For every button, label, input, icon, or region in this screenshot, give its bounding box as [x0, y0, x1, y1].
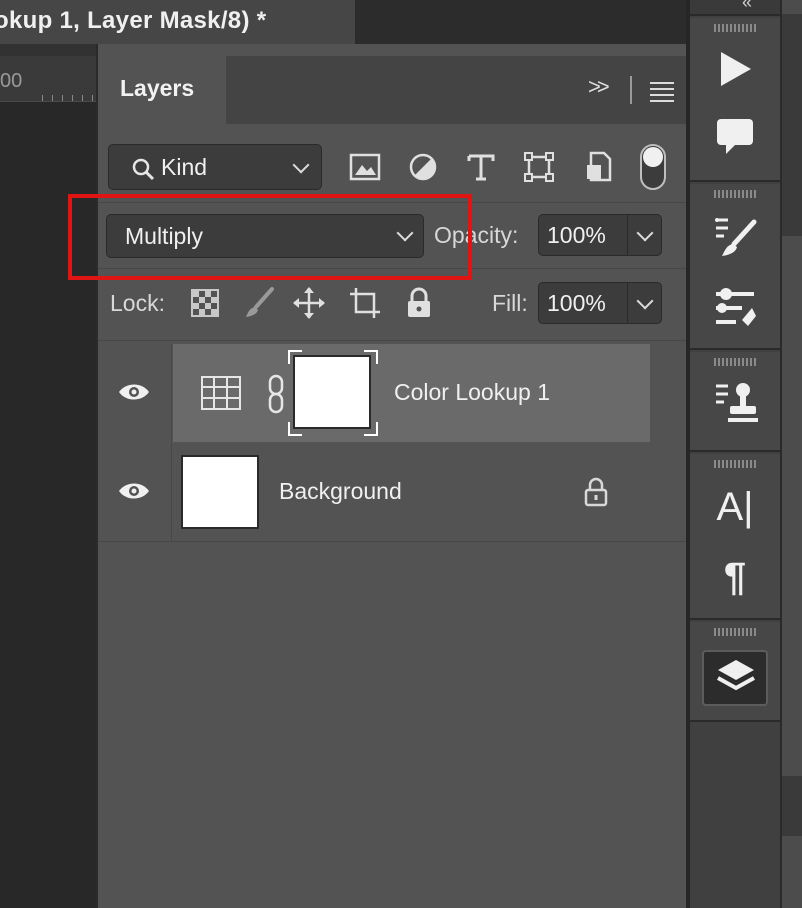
dock-group	[690, 184, 780, 350]
grip-handle[interactable]	[714, 24, 756, 32]
tab-bar-empty	[356, 0, 688, 44]
layers-panel: Layers >> Kind Multiply Opacity: 100% Lo…	[96, 44, 688, 908]
ruler-label: 00	[0, 70, 23, 92]
grip-handle[interactable]	[714, 460, 756, 468]
panel-header: Layers >>	[98, 56, 688, 124]
tab-layers[interactable]: Layers	[98, 56, 226, 124]
grip-handle[interactable]	[714, 190, 756, 198]
layer-mask-thumbnail-frame[interactable]	[288, 350, 378, 436]
horizontal-ruler: 00	[0, 56, 96, 102]
smart-object-filter-icon[interactable]	[582, 150, 616, 184]
document-tab[interactable]: okup 1, Layer Mask/8) *	[0, 0, 356, 44]
eye-icon[interactable]	[118, 481, 150, 501]
divider	[98, 541, 688, 542]
visibility-toggle[interactable]	[98, 443, 172, 541]
layer-name[interactable]: Background	[279, 478, 402, 505]
layer-body[interactable]: Background	[173, 443, 650, 541]
character-icon[interactable]: A|	[712, 484, 758, 530]
opacity-value: 100%	[547, 222, 606, 248]
layer-body[interactable]: Color Lookup 1	[173, 344, 650, 442]
layers-panel-button[interactable]	[702, 650, 768, 706]
type-filter-icon[interactable]	[464, 150, 498, 184]
layer-name[interactable]: Color Lookup 1	[394, 379, 550, 406]
lock-icon	[584, 477, 608, 507]
dock-collapse-bar[interactable]: «	[690, 0, 780, 16]
paragraph-icon[interactable]: ¶	[712, 554, 758, 600]
shape-filter-icon[interactable]	[522, 150, 556, 184]
search-icon	[132, 158, 155, 181]
eye-icon[interactable]	[118, 382, 150, 402]
comment-icon[interactable]	[712, 114, 758, 160]
tab-layers-label: Layers	[120, 75, 195, 101]
dock-group	[690, 18, 780, 182]
fill-label: Fill:	[492, 290, 528, 316]
lock-artboard-icon[interactable]	[348, 286, 382, 320]
highlight-box	[68, 194, 472, 280]
layer-thumbnail[interactable]	[181, 455, 259, 529]
layers-icon	[717, 660, 755, 691]
dock-edge-panel	[780, 0, 802, 908]
clone-source-icon[interactable]	[712, 380, 758, 426]
link-icon[interactable]	[266, 374, 286, 414]
panel-menu-icon[interactable]	[650, 82, 674, 106]
lock-position-icon[interactable]	[292, 286, 326, 320]
chevron-down-icon[interactable]	[636, 292, 654, 310]
chevron-down-icon[interactable]	[636, 224, 654, 242]
fill-value: 100%	[547, 290, 606, 316]
chevron-down-icon	[292, 156, 310, 174]
filter-kind-label: Kind	[161, 154, 208, 180]
lock-all-icon[interactable]	[402, 286, 436, 320]
play-icon[interactable]	[712, 46, 758, 92]
fill-input[interactable]: 100%	[538, 282, 662, 324]
brush-presets-icon[interactable]	[712, 214, 758, 260]
adjustment-filter-icon[interactable]	[406, 150, 440, 184]
color-lookup-grid-icon	[201, 376, 241, 410]
collapse-panel-icon[interactable]: >>	[588, 74, 610, 100]
grip-handle[interactable]	[714, 358, 756, 366]
filter-kind-select[interactable]: Kind	[108, 144, 322, 190]
dock-group: A| ¶	[690, 454, 780, 620]
right-dock: « A| ¶	[690, 0, 780, 908]
adjustments-icon[interactable]	[712, 284, 758, 330]
layer-row[interactable]: Color Lookup 1	[98, 344, 650, 442]
layer-row[interactable]: Background	[98, 443, 650, 541]
lock-image-pixels-icon[interactable]	[242, 286, 276, 320]
visibility-toggle[interactable]	[98, 344, 172, 442]
divider	[98, 340, 688, 341]
image-filter-icon[interactable]	[348, 150, 382, 184]
filter-toggle-switch[interactable]	[640, 144, 666, 190]
opacity-input[interactable]: 100%	[538, 214, 662, 256]
lock-label: Lock:	[110, 290, 165, 316]
dock-group	[690, 622, 780, 722]
lock-transparent-pixels-icon[interactable]	[188, 286, 222, 320]
header-divider	[630, 76, 632, 104]
dock-group	[690, 352, 780, 452]
layer-mask-thumbnail[interactable]	[293, 355, 371, 429]
grip-handle[interactable]	[714, 628, 756, 636]
collapse-icon[interactable]: «	[742, 0, 752, 13]
document-tab-title: okup 1, Layer Mask/8) *	[0, 7, 267, 34]
